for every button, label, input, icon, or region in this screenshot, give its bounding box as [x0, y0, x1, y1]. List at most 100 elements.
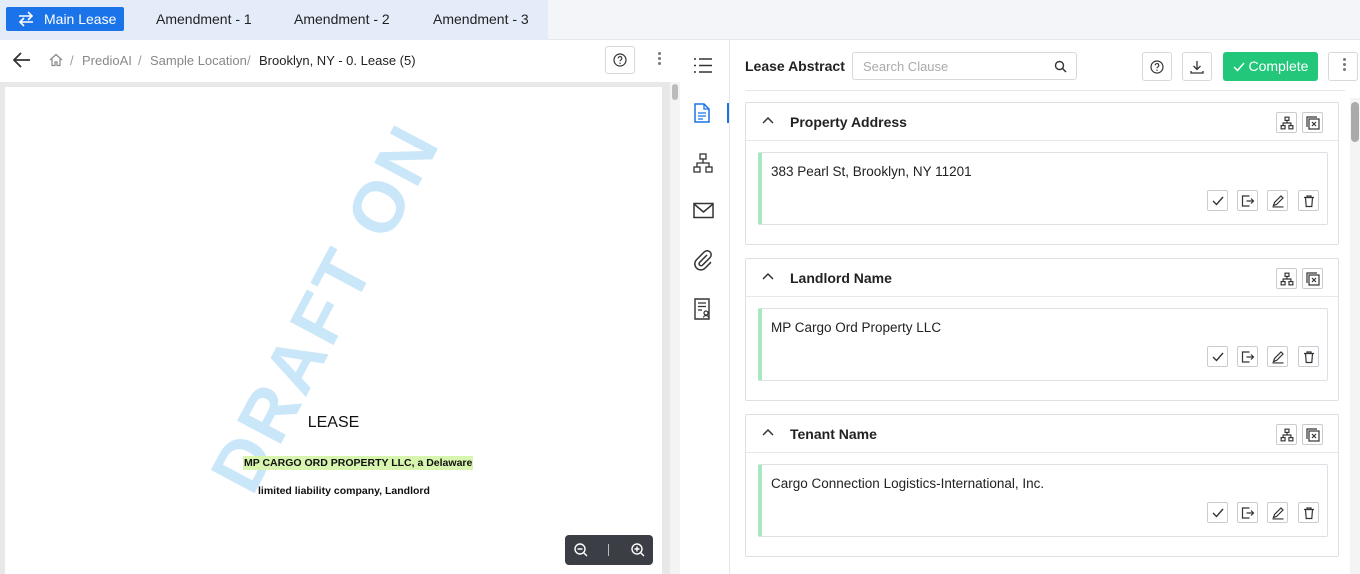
pencil-icon — [1272, 350, 1284, 363]
hierarchy-button[interactable] — [1276, 424, 1297, 445]
abstract-more-button[interactable] — [1328, 52, 1358, 81]
watermark-graphic: DRAFT ON — [195, 110, 457, 506]
remove-section-button[interactable] — [1302, 424, 1323, 445]
clause-card[interactable]: MP Cargo Ord Property LLC — [758, 308, 1328, 381]
help-button[interactable] — [605, 46, 635, 74]
chevron-up-icon[interactable] — [762, 116, 774, 124]
edit-button[interactable] — [1267, 502, 1288, 523]
back-arrow-icon[interactable] — [12, 51, 32, 69]
hierarchy-button[interactable] — [1276, 268, 1297, 289]
document-highlighted-text[interactable]: MP CARGO ORD PROPERTY LLC, a Delaware — [243, 456, 474, 470]
section-header[interactable]: Tenant Name — [746, 415, 1338, 453]
rail-active-indicator — [727, 103, 729, 123]
report-icon[interactable] — [693, 298, 713, 320]
download-icon — [1190, 60, 1204, 74]
clause-section-property-address: Property Address 383 Pearl St, Brooklyn,… — [745, 102, 1339, 245]
edit-button[interactable] — [1267, 346, 1288, 367]
trash-icon — [1303, 350, 1314, 363]
hierarchy-button[interactable] — [1276, 112, 1297, 133]
remove-section-button[interactable] — [1302, 268, 1323, 289]
hierarchy-icon — [1280, 428, 1293, 441]
tab-label: Main Lease — [44, 11, 117, 27]
clause-value[interactable]: MP Cargo Ord Property LLC — [771, 320, 941, 335]
breadcrumb-item-predioai[interactable]: PredioAI — [82, 53, 132, 68]
hierarchy-icon — [1280, 272, 1293, 285]
breadcrumb-item-location[interactable]: Sample Location — [150, 53, 247, 68]
section-title: Landlord Name — [790, 270, 892, 286]
download-button[interactable] — [1182, 52, 1212, 81]
clause-section-landlord-name: Landlord Name MP Cargo Ord Property LLC — [745, 258, 1339, 401]
tab-strip: Main Lease Amendment - 1 Amendment - 2 A… — [0, 0, 548, 40]
check-icon — [1212, 352, 1224, 362]
header-divider — [745, 90, 1345, 91]
tab-amendment-1[interactable]: Amendment - 1 — [156, 7, 252, 31]
complete-button[interactable]: Complete — [1223, 52, 1318, 81]
close-box-icon — [1305, 427, 1320, 442]
accept-button[interactable] — [1207, 190, 1228, 211]
home-icon[interactable] — [49, 53, 63, 67]
go-to-source-button[interactable] — [1237, 346, 1258, 367]
check-icon — [1212, 196, 1224, 206]
edit-button[interactable] — [1267, 190, 1288, 211]
document-scrollbar[interactable] — [670, 82, 680, 574]
more-options-icon[interactable] — [655, 50, 663, 70]
delete-button[interactable] — [1298, 190, 1319, 211]
scrollbar-thumb[interactable] — [672, 84, 678, 100]
clause-value[interactable]: Cargo Connection Logistics-International… — [771, 476, 1044, 491]
document-icon[interactable] — [693, 103, 711, 123]
chevron-up-icon[interactable] — [762, 428, 774, 436]
zoom-in-icon[interactable] — [630, 542, 646, 558]
delete-button[interactable] — [1298, 346, 1319, 367]
tab-bar: Main Lease Amendment - 1 Amendment - 2 A… — [0, 0, 1360, 40]
scrollbar-thumb[interactable] — [1351, 102, 1359, 142]
accept-button[interactable] — [1207, 346, 1228, 367]
clause-section-tenant-name: Tenant Name Cargo Connection Logistics-I… — [745, 414, 1339, 557]
document-viewer: DRAFT ON LEASE MP CARGO ORD PROPERTY LLC… — [0, 82, 680, 574]
export-icon — [1241, 194, 1254, 207]
hierarchy-icon[interactable] — [693, 153, 713, 173]
chevron-up-icon[interactable] — [762, 272, 774, 280]
attachment-icon[interactable] — [693, 249, 713, 271]
section-header[interactable]: Landlord Name — [746, 259, 1338, 297]
tab-main-lease[interactable]: Main Lease — [6, 7, 124, 31]
more-options-icon — [1340, 56, 1348, 76]
breadcrumb: / PredioAI / Sample Location / Brooklyn,… — [0, 40, 680, 82]
swap-icon — [17, 11, 35, 27]
delete-button[interactable] — [1298, 502, 1319, 523]
zoom-divider — [608, 544, 609, 556]
abstract-scrollbar[interactable] — [1350, 98, 1360, 574]
search-input[interactable] — [854, 54, 1044, 78]
list-icon[interactable] — [693, 57, 713, 74]
tab-label: Amendment - 1 — [156, 11, 252, 27]
close-box-icon — [1305, 115, 1320, 130]
go-to-source-button[interactable] — [1237, 502, 1258, 523]
clause-card[interactable]: 383 Pearl St, Brooklyn, NY 11201 — [758, 152, 1328, 225]
help-icon — [613, 53, 627, 67]
accept-button[interactable] — [1207, 502, 1228, 523]
tab-label: Amendment - 2 — [294, 11, 390, 27]
tab-amendment-2[interactable]: Amendment - 2 — [294, 7, 390, 31]
search-icon[interactable] — [1054, 60, 1067, 73]
section-title: Property Address — [790, 114, 907, 130]
section-header[interactable]: Property Address — [746, 103, 1338, 141]
breadcrumb-separator: / — [138, 53, 142, 68]
go-to-source-button[interactable] — [1237, 190, 1258, 211]
document-text: limited liability company, Landlord — [258, 485, 430, 497]
clause-value[interactable]: 383 Pearl St, Brooklyn, NY 11201 — [771, 164, 972, 179]
close-box-icon — [1305, 271, 1320, 286]
abstract-pane: Lease Abstract Complete Property Address… — [731, 40, 1360, 574]
tab-amendment-3[interactable]: Amendment - 3 — [433, 7, 529, 31]
trash-icon — [1303, 194, 1314, 207]
zoom-out-icon[interactable] — [573, 542, 589, 558]
hierarchy-icon — [1280, 116, 1293, 129]
mail-icon[interactable] — [693, 202, 714, 219]
help-icon — [1150, 59, 1164, 74]
search-box[interactable] — [852, 52, 1077, 80]
remove-section-button[interactable] — [1302, 112, 1323, 133]
abstract-help-button[interactable] — [1142, 52, 1172, 81]
check-icon — [1212, 508, 1224, 518]
export-icon — [1241, 350, 1254, 363]
pencil-icon — [1272, 506, 1284, 519]
trash-icon — [1303, 506, 1314, 519]
clause-card[interactable]: Cargo Connection Logistics-International… — [758, 464, 1328, 537]
